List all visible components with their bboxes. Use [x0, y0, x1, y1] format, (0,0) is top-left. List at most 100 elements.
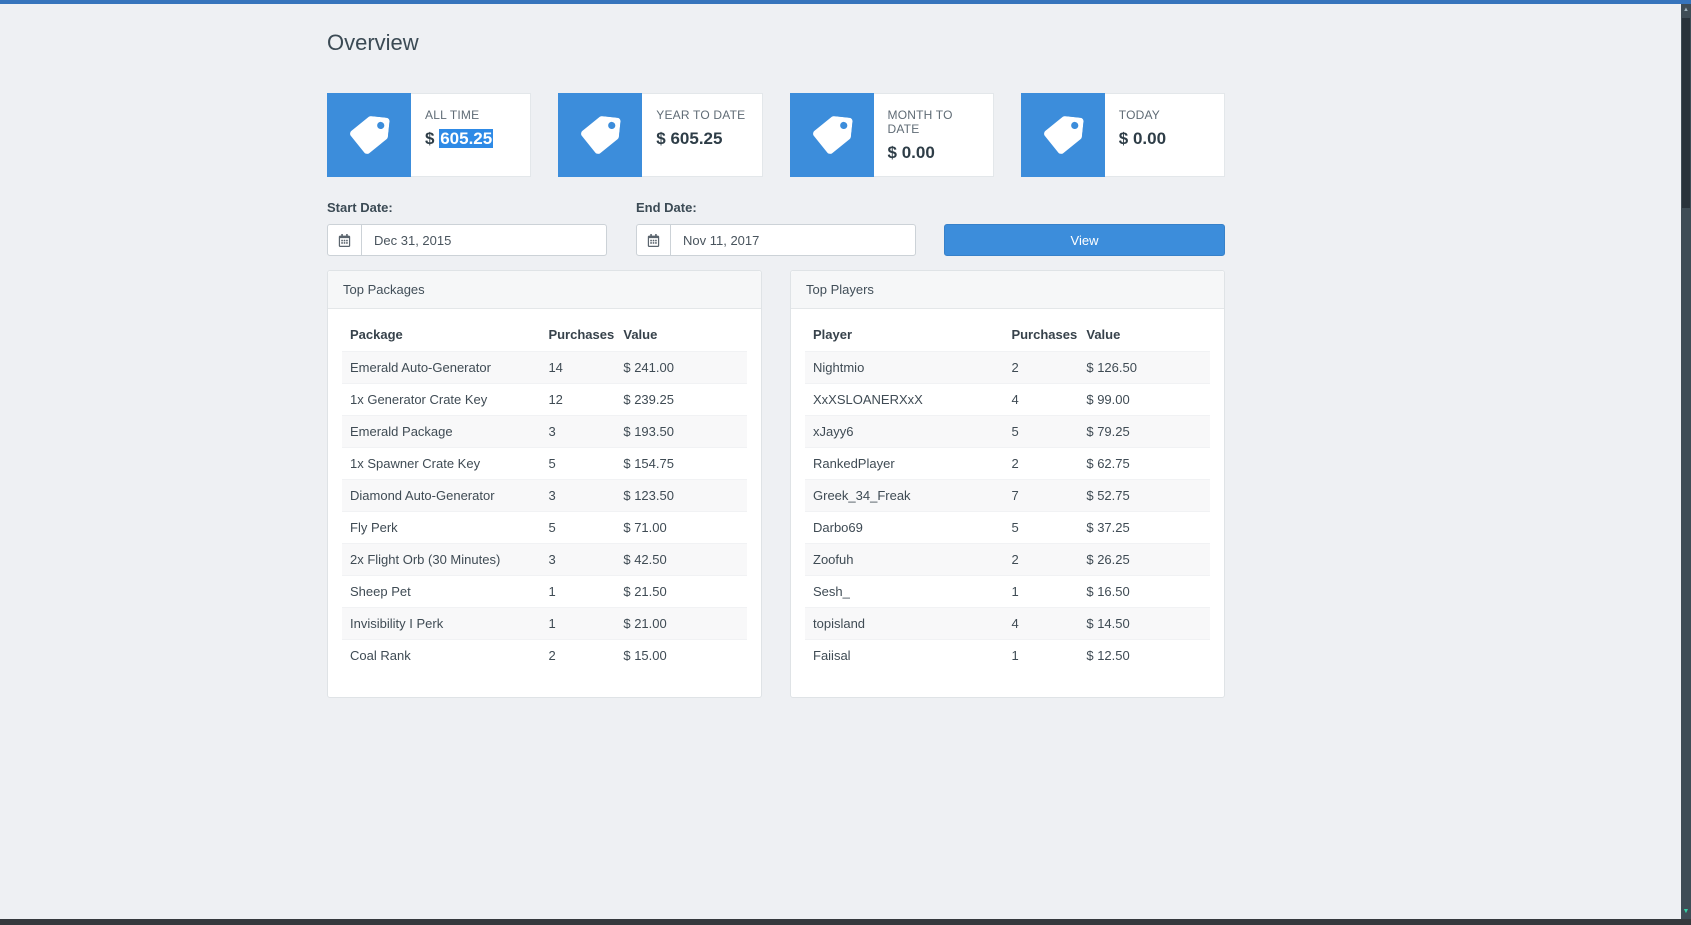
stats-row: ALL TIME $ 605.25 YEAR TO DATE $ 605.25 … [327, 93, 1225, 177]
table-cell: $ 79.25 [1078, 415, 1210, 448]
table-row: XxXSLOANERXxX 4 $ 99.00 [805, 383, 1210, 416]
stat-card-month-to-date: MONTH TO DATE $ 0.00 [789, 93, 994, 177]
table-cell: $ 62.75 [1078, 447, 1210, 480]
table-cell: Sheep Pet [342, 575, 541, 608]
table-cell: $ 14.50 [1078, 607, 1210, 640]
vertical-scrollbar[interactable]: ▲ ▼ [1681, 4, 1691, 919]
table-cell: 2 [1003, 351, 1079, 384]
table-cell: 2x Flight Orb (30 Minutes) [342, 543, 541, 576]
stat-label: TODAY [1118, 108, 1160, 122]
stat-amount: 605.25 [670, 129, 723, 148]
table-cell: Invisibility I Perk [342, 607, 541, 640]
table-cell: $ 12.50 [1078, 639, 1210, 671]
top-packages-table: Package Purchases Value Emerald Auto-Gen… [342, 316, 747, 671]
tag-icon [789, 93, 874, 177]
table-cell: 1x Generator Crate Key [342, 383, 541, 416]
view-button-column: View [944, 200, 1225, 256]
currency-symbol: $ [887, 143, 897, 162]
table-row: Greek_34_Freak 7 $ 52.75 [805, 479, 1210, 512]
top-accent-bar [0, 0, 1691, 4]
scrollbar-thumb[interactable] [1682, 18, 1690, 208]
table-cell: $ 16.50 [1078, 575, 1210, 608]
column-header-player: Player [813, 327, 853, 342]
table-cell: 5 [1003, 415, 1079, 448]
table-cell: $ 42.50 [615, 543, 747, 576]
stat-amount: 605.25 [439, 129, 494, 148]
end-date-input-group [636, 224, 916, 256]
end-date-input[interactable] [671, 225, 915, 255]
table-cell: Fly Perk [342, 511, 541, 544]
table-cell: 2 [1003, 447, 1079, 480]
tag-icon [327, 93, 411, 177]
table-cell: 14 [540, 351, 616, 384]
table-cell: Zoofuh [805, 543, 1004, 576]
table-cell: $ 15.00 [615, 639, 747, 671]
column-header-value: Value [1086, 327, 1121, 342]
table-cell: $ 52.75 [1078, 479, 1210, 512]
stat-value: $ 605.25 [425, 129, 516, 149]
calendar-icon[interactable] [637, 225, 671, 255]
table-cell: 12 [540, 383, 616, 416]
view-button[interactable]: View [944, 224, 1225, 256]
stat-label: YEAR TO DATE [656, 108, 746, 122]
start-date-input-group [327, 224, 607, 256]
table-cell: $ 126.50 [1078, 351, 1210, 384]
stat-value: $ 0.00 [1119, 129, 1210, 149]
stat-body: TODAY $ 0.00 [1104, 93, 1225, 177]
start-date-input[interactable] [362, 225, 606, 255]
table-cell: Nightmio [805, 351, 1004, 384]
end-date-group: End Date: [636, 200, 916, 256]
table-cell: 1x Spawner Crate Key [342, 447, 541, 480]
stat-value: $ 0.00 [888, 143, 979, 163]
table-cell: 1 [540, 575, 616, 608]
top-packages-title: Top Packages [328, 271, 761, 309]
table-cell: $ 37.25 [1078, 511, 1210, 544]
stat-label: MONTH TO DATE [887, 108, 953, 136]
table-cell: 1 [540, 607, 616, 640]
table-cell: 7 [1003, 479, 1079, 512]
table-row: Sesh_ 1 $ 16.50 [805, 575, 1210, 608]
table-cell: 5 [1003, 511, 1079, 544]
table-cell: Greek_34_Freak [805, 479, 1004, 512]
table-cell: 1 [1003, 575, 1079, 608]
table-row: Darbo69 5 $ 37.25 [805, 511, 1210, 544]
table-row: 2x Flight Orb (30 Minutes) 3 $ 42.50 [342, 543, 747, 576]
table-cell: $ 71.00 [615, 511, 747, 544]
table-row: Zoofuh 2 $ 26.25 [805, 543, 1210, 576]
stat-card-all-time: ALL TIME $ 605.25 [327, 93, 532, 177]
table-cell: $ 154.75 [615, 447, 747, 480]
table-cell: $ 21.50 [615, 575, 747, 608]
top-players-panel: Top Players Player Purchases Value Night… [790, 270, 1225, 698]
scroll-up-icon[interactable]: ▲ [1681, 4, 1691, 17]
table-cell: 2 [1003, 543, 1079, 576]
table-cell: xJayy6 [805, 415, 1004, 448]
stat-amount: 0.00 [901, 143, 935, 162]
table-row: Faiisal 1 $ 12.50 [805, 639, 1210, 671]
table-cell: RankedPlayer [805, 447, 1004, 480]
calendar-icon[interactable] [328, 225, 362, 255]
table-cell: 3 [540, 543, 616, 576]
main-content: Overview ALL TIME $ 605.25 YEAR TO DATE … [327, 4, 1225, 698]
table-row: 1x Spawner Crate Key 5 $ 154.75 [342, 447, 747, 480]
table-cell: topisland [805, 607, 1004, 640]
scroll-down-icon[interactable]: ▼ [1681, 905, 1691, 919]
table-cell: $ 26.25 [1078, 543, 1210, 576]
table-cell: $ 239.25 [615, 383, 747, 416]
table-cell: $ 21.00 [615, 607, 747, 640]
table-cell: Emerald Auto-Generator [342, 351, 541, 384]
table-cell: Coal Rank [342, 639, 541, 671]
table-row: Fly Perk 5 $ 71.00 [342, 511, 747, 544]
column-header-value: Value [623, 327, 658, 342]
table-cell: 3 [540, 479, 616, 512]
stat-card-today: TODAY $ 0.00 [1020, 93, 1225, 177]
table-row: RankedPlayer 2 $ 62.75 [805, 447, 1210, 480]
table-cell: XxXSLOANERXxX [805, 383, 1004, 416]
date-filter-row: Start Date: End Date: View [327, 200, 1225, 256]
table-cell: Faiisal [805, 639, 1004, 671]
start-date-label: Start Date: [327, 200, 393, 215]
table-cell: Emerald Package [342, 415, 541, 448]
top-packages-panel: Top Packages Package Purchases Value Eme… [327, 270, 762, 698]
top-players-title: Top Players [791, 271, 1224, 309]
table-header-row: Player Purchases Value [805, 316, 1210, 352]
column-header-purchases: Purchases [1011, 327, 1078, 342]
